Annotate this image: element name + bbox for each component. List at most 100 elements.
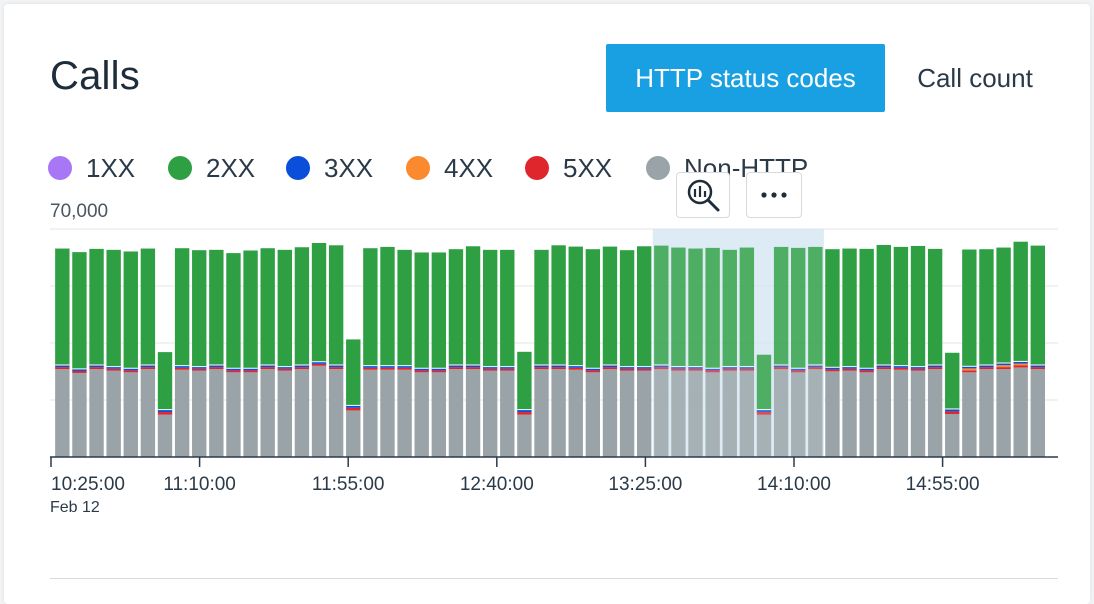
bar-segment-5xx <box>705 370 720 373</box>
bar-segment-2xx <box>448 249 464 365</box>
bar-segment-non-http <box>568 369 583 457</box>
bar-segment-non-http <box>346 410 361 457</box>
bar-segment-non-http <box>534 369 549 457</box>
bar-segment-5xx <box>585 370 601 373</box>
bar-segment-5xx <box>739 368 755 371</box>
bar-segment-non-http <box>739 370 755 457</box>
x-tick-label: 14:55:00 <box>906 474 980 495</box>
bar-segment-5xx <box>346 407 361 411</box>
bar-segment-5xx <box>294 367 310 370</box>
bar-segment-5xx <box>825 369 840 372</box>
bar-segment-2xx <box>72 252 87 369</box>
bar-segment-5xx <box>637 368 652 371</box>
bar-segment-non-http <box>773 369 789 457</box>
bar-segment-4xx <box>996 365 1011 368</box>
bar-segment-2xx <box>517 351 532 410</box>
bar-segment-5xx <box>568 367 583 370</box>
bar-segment-2xx <box>619 250 635 367</box>
bar-segment-non-http <box>859 372 874 457</box>
bar-segment-2xx <box>140 248 156 365</box>
bar-segment-2xx <box>226 253 241 368</box>
bar-segment-5xx <box>756 412 772 415</box>
calls-stacked-bar-chart: 10:25:00 11:10:00 11:55:00 12:40:00 13:25:00… <box>50 228 1058 516</box>
bar-segment-5xx <box>328 367 344 370</box>
bar-segment-2xx <box>773 246 789 365</box>
bar-segment-2xx <box>328 245 344 365</box>
more-options-icon <box>761 192 787 198</box>
bar-segment-non-http <box>482 370 498 457</box>
bar-segment-non-http <box>517 414 532 457</box>
bar-segment-5xx <box>962 370 977 373</box>
x-date-label: Feb 12 <box>50 499 100 516</box>
bar-segment-non-http <box>654 369 669 457</box>
bar-segment-2xx <box>654 245 669 365</box>
bar-segment-non-http <box>500 370 515 457</box>
bar-segment-non-http <box>243 372 258 457</box>
bar-segment-non-http <box>397 369 412 457</box>
bar-segment-5xx <box>243 370 258 373</box>
bar-segment-2xx <box>671 247 686 367</box>
bar-segment-non-http <box>962 372 977 457</box>
bar-segment-5xx <box>859 370 874 373</box>
bar-segment-non-http <box>842 370 857 457</box>
bar-segment-non-http <box>140 369 156 457</box>
bar-segment-5xx <box>380 367 395 370</box>
zoom-chart-button[interactable] <box>676 172 730 218</box>
bar-segment-2xx <box>876 244 891 365</box>
bar-segment-2xx <box>346 339 361 405</box>
bar-segment-5xx <box>773 367 789 370</box>
bar-segment-non-http <box>465 369 481 457</box>
bar-segment-5xx <box>996 367 1011 370</box>
bar-segment-non-http <box>380 369 395 457</box>
bar-segment-2xx <box>859 248 874 368</box>
bar-segment-non-http <box>808 369 823 457</box>
bar-segment-2xx <box>89 248 104 365</box>
panel-divider <box>50 578 1058 579</box>
bar-segment-2xx <box>534 249 549 365</box>
bar-segment-5xx <box>534 367 549 370</box>
bar-segment-non-http <box>226 372 241 457</box>
bar-segment-2xx <box>910 245 926 367</box>
bar-segment-non-http <box>705 372 720 457</box>
bar-segment-5xx <box>192 368 207 371</box>
more-options-button[interactable] <box>746 172 802 218</box>
bar-segment-5xx <box>55 367 70 370</box>
bar-segment-non-http <box>722 370 737 457</box>
bar-segment-5xx <box>226 370 241 373</box>
x-tick-label: 11:10:00 <box>163 474 236 495</box>
bar-segment-2xx <box>979 249 994 365</box>
bar-segment-2xx <box>363 248 378 366</box>
bar-segment-2xx <box>260 248 275 365</box>
x-tick-label: 13:25:00 <box>608 474 682 495</box>
bar-segment-5xx <box>500 368 515 371</box>
bar-segment-5xx <box>465 367 481 370</box>
bar-segment-2xx <box>294 247 310 365</box>
bar-segment-non-http <box>551 369 566 457</box>
bar-segment-5xx <box>89 367 104 370</box>
bar-segment-non-http <box>1030 369 1045 457</box>
bar-segment-5xx <box>893 367 909 370</box>
bar-segment-2xx <box>722 249 737 367</box>
bar-segment-2xx <box>106 249 121 367</box>
bar-segment-5xx <box>209 367 224 370</box>
bar-segment-non-http <box>448 369 464 457</box>
bar-segment-non-http <box>945 414 960 457</box>
zoom-chart-icon <box>687 179 720 212</box>
bar-segment-non-http <box>123 372 138 457</box>
bar-segment-2xx <box>243 250 258 368</box>
bar-segment-2xx <box>397 249 412 366</box>
bar-segment-5xx <box>619 368 635 371</box>
bar-segment-non-http <box>910 370 926 457</box>
bar-segment-2xx <box>277 249 292 367</box>
bar-segment-non-http <box>363 369 378 457</box>
bar-segment-4xx <box>1013 363 1028 366</box>
bar-segment-5xx <box>260 367 275 370</box>
x-tick-label: 11:55:00 <box>312 474 385 495</box>
bar-segment-2xx <box>842 248 857 367</box>
bar-segment-2xx <box>962 249 977 366</box>
bar-segment-2xx <box>465 246 481 365</box>
bar-segment-5xx <box>517 412 532 415</box>
bar-segment-5xx <box>397 367 412 370</box>
bar-segment-non-http <box>602 369 618 457</box>
bar-segment-2xx <box>927 248 943 365</box>
